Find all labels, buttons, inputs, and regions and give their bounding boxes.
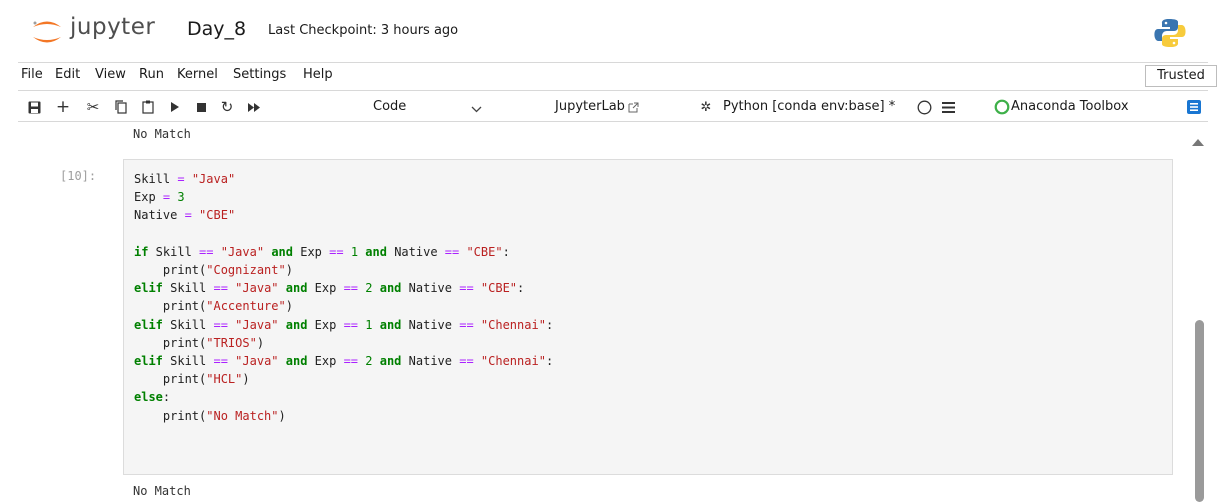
- notebook-panel[interactable]: No Match [10]: Skill = "Java" Exp = 3 Nati…: [0, 122, 1219, 502]
- scroll-up-icon[interactable]: [1192, 139, 1204, 146]
- python-logo-icon: [1154, 19, 1186, 47]
- code-line: elif Skill == "Java" and Exp == 1 and Na…: [134, 317, 554, 332]
- save-icon[interactable]: [26, 98, 42, 116]
- menu-kernel[interactable]: Kernel: [177, 67, 218, 82]
- cell-output: No Match: [133, 484, 191, 498]
- anaconda-icon[interactable]: [993, 98, 1011, 116]
- anaconda-toolbox-button[interactable]: Anaconda Toolbox: [1011, 99, 1129, 114]
- checkpoint-status: Last Checkpoint: 3 hours ago: [268, 23, 459, 38]
- kernel-idle-icon: [916, 98, 932, 116]
- paste-icon[interactable]: [140, 98, 156, 116]
- menu-icon[interactable]: [940, 98, 956, 116]
- notebook-toolbar: + ✂ ↻ Code JupyterLab ✲ Python [conda en…: [18, 90, 1208, 122]
- previous-cell-output: No Match: [133, 127, 191, 141]
- code-line: elif Skill == "Java" and Exp == 2 and Na…: [134, 354, 554, 369]
- app-header: jupyter Day_8 Last Checkpoint: 3 hours a…: [0, 0, 1219, 62]
- kernel-name[interactable]: Python [conda env:base] *: [723, 99, 895, 114]
- copy-icon[interactable]: [113, 98, 129, 116]
- menu-help[interactable]: Help: [303, 67, 333, 82]
- menu-settings[interactable]: Settings: [233, 67, 286, 82]
- cell-prompt: [10]:: [60, 169, 97, 183]
- external-link-icon[interactable]: [626, 98, 640, 116]
- jupyter-logo-text: jupyter: [70, 14, 156, 40]
- code-line: print("HCL"): [134, 372, 250, 387]
- menu-view[interactable]: View: [95, 67, 126, 82]
- run-icon[interactable]: [168, 98, 182, 116]
- chevron-down-icon[interactable]: [471, 99, 482, 118]
- jupyter-logo-icon[interactable]: [30, 18, 64, 46]
- code-line: Exp = 3: [134, 190, 185, 205]
- code-line: print("Accenture"): [134, 299, 293, 314]
- menu-run[interactable]: Run: [139, 67, 164, 82]
- code-editor-content[interactable]: Skill = "Java" Exp = 3 Native = "CBE" if S…: [134, 170, 553, 425]
- add-cell-icon[interactable]: +: [55, 97, 71, 117]
- property-inspector-icon[interactable]: [1186, 98, 1202, 116]
- code-line: print("No Match"): [134, 408, 286, 423]
- code-line: Native = "CBE": [134, 208, 236, 223]
- code-cell-editor[interactable]: Skill = "Java" Exp = 3 Native = "CBE" if S…: [123, 159, 1173, 475]
- jupyterlab-link[interactable]: JupyterLab: [555, 99, 625, 114]
- code-line: elif Skill == "Java" and Exp == 2 and Na…: [134, 281, 525, 296]
- notebook-title[interactable]: Day_8: [187, 18, 246, 40]
- debug-icon[interactable]: ✲: [699, 98, 713, 116]
- stop-icon[interactable]: [194, 98, 208, 116]
- run-all-icon[interactable]: [245, 98, 263, 116]
- menu-bar: File Edit View Run Kernel Settings Help …: [18, 62, 1217, 87]
- code-line: else:: [134, 390, 171, 405]
- cut-icon[interactable]: ✂: [84, 98, 102, 116]
- cell-type-select[interactable]: Code: [373, 99, 406, 114]
- menu-edit[interactable]: Edit: [55, 67, 80, 82]
- menu-file[interactable]: File: [21, 67, 43, 82]
- restart-icon[interactable]: ↻: [219, 98, 235, 116]
- code-line: print("TRIOS"): [134, 335, 265, 350]
- trusted-indicator[interactable]: Trusted: [1145, 65, 1217, 87]
- code-line: if Skill == "Java" and Exp == 1 and Nati…: [134, 244, 510, 259]
- code-line: print("Cognizant"): [134, 263, 293, 278]
- scrollbar-thumb[interactable]: [1195, 320, 1204, 502]
- code-line: Skill = "Java": [134, 172, 236, 186]
